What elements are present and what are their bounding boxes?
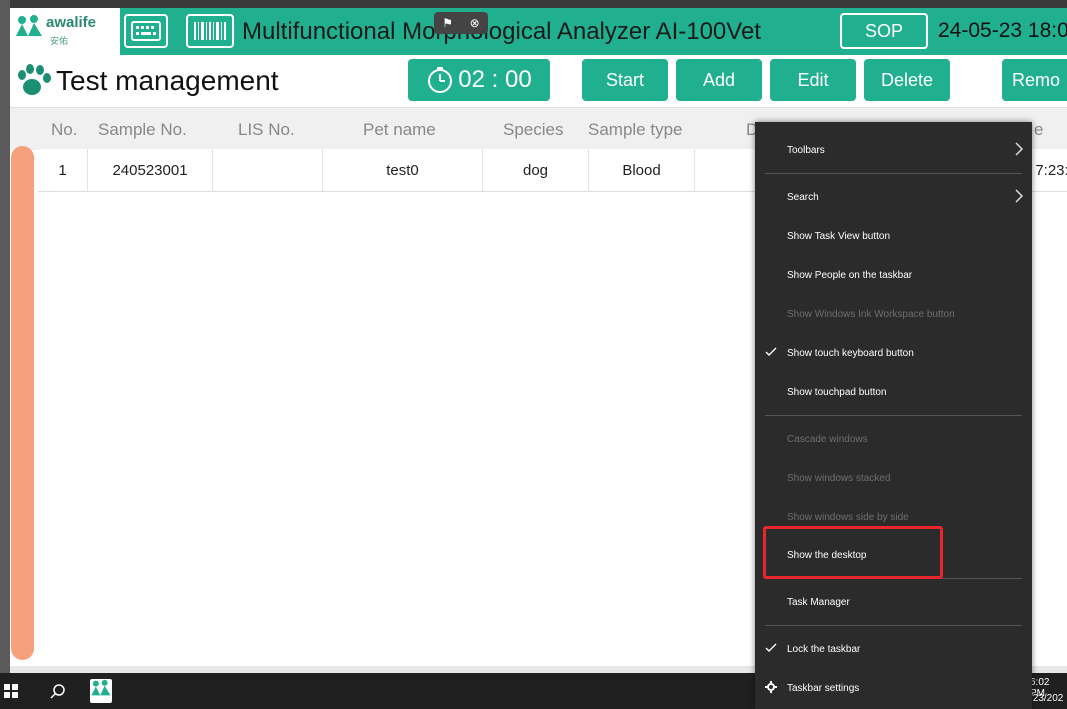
menu-label: Show touch keyboard button [787,347,914,359]
menu-label: Task Manager [787,596,850,608]
gear-icon [765,681,777,693]
menu-item-ink-workspace: Show Windows Ink Workspace button [755,297,1032,331]
delete-button[interactable]: Delete [864,59,950,101]
menu-separator [765,625,1022,626]
menu-item-taskbar-settings[interactable]: Taskbar settings [755,671,1032,705]
add-button[interactable]: Add [676,59,762,101]
col-sample-type: Sample type [588,120,683,139]
page-title: Test management [56,65,279,96]
page-header: Test management 02 : 00 Start Add Edit D… [10,55,1067,107]
col-lis-no: LIS No. [238,120,295,139]
stopwatch-icon [428,67,453,93]
menu-label: Taskbar settings [787,682,860,694]
logo: awalife 安佑 [10,8,120,55]
chevron-right-icon [1015,189,1024,203]
logo-icon [16,15,42,36]
menu-label: Show touchpad button [787,386,887,398]
menu-item-touch-keyboard[interactable]: Show touch keyboard button [755,336,1032,370]
keyboard-icon [131,21,161,41]
menu-label: Lock the taskbar [787,643,861,655]
menu-label: Cascade windows [787,433,868,445]
cell-pet-name: test0 [323,149,483,191]
timer-value: 02 : 00 [458,66,532,93]
top-header-bar: awalife 安佑 Multifunctional Morphological… [10,8,1067,55]
windows-start-icon[interactable] [4,684,18,698]
barcode-button[interactable] [186,14,234,48]
left-crop-bar [0,0,10,709]
menu-item-cascade: Cascade windows [755,422,1032,456]
menu-label: Search [787,191,819,203]
close-icon[interactable]: ⊗ [470,16,480,30]
logo-icon [91,679,111,696]
col-pet-name: Pet name [363,120,436,139]
menu-label: Show Windows Ink Workspace button [787,308,955,320]
datetime-display: 24-05-23 18:0 [938,19,1067,42]
cell-sample-no: 240523001 [88,149,213,191]
menu-item-touchpad[interactable]: Show touchpad button [755,375,1032,409]
menu-item-stacked: Show windows stacked [755,461,1032,495]
menu-separator [765,415,1022,416]
edit-button[interactable]: Edit [770,59,856,101]
side-scroll-handle[interactable] [11,146,34,660]
menu-item-task-manager[interactable]: Task Manager [755,585,1032,619]
menu-item-search[interactable]: Search [755,180,1032,214]
sop-button[interactable]: SOP [840,13,928,49]
menu-separator [765,173,1022,174]
logo-text: awalife [46,14,97,31]
menu-item-people[interactable]: Show People on the taskbar [755,258,1032,292]
paw-icon [18,64,51,95]
col-sample-no: Sample No. [98,120,187,139]
remote-overlay-controls[interactable]: ⚑ ⊗ [434,12,488,34]
menu-item-task-view[interactable]: Show Task View button [755,219,1032,253]
col-time: e [1034,120,1044,139]
app-taskbar-icon[interactable] [90,679,112,703]
cell-species: dog [483,149,589,191]
barcode-icon [194,22,226,40]
countdown-timer: 02 : 00 [408,59,550,101]
menu-label: Show windows stacked [787,472,891,484]
col-no: No. [51,120,78,139]
menu-item-lock-taskbar[interactable]: Lock the taskbar [755,632,1032,666]
cell-no: 1 [38,149,88,191]
menu-label: Show Task View button [787,230,891,242]
col-species: Species [503,120,564,139]
menu-item-toolbars[interactable]: Toolbars [755,133,1032,167]
remove-button[interactable]: Remo [1002,59,1067,101]
menu-label: Show People on the taskbar [787,269,913,281]
logo-subtext: 安佑 [50,36,69,46]
cell-sample-type: Blood [589,149,695,191]
keyboard-button[interactable] [124,14,168,48]
app-title: Multifunctional Morphological Analyzer A… [242,18,761,45]
start-button[interactable]: Start [582,59,668,101]
menu-label: Show windows side by side [787,511,909,523]
cell-time-partial: 7:23: [1035,161,1067,179]
taskbar-date: /23/202 [1030,693,1064,704]
flag-icon[interactable]: ⚑ [442,16,453,30]
annotation-highlight-box [763,526,943,579]
checkmark-icon [765,643,777,652]
search-icon[interactable] [50,683,66,699]
taskbar-context-menu: Toolbars Search Show Task View button Sh… [755,122,1032,709]
menu-label: Toolbars [787,144,825,156]
cell-lis-no [213,149,323,191]
checkmark-icon [765,347,777,356]
chevron-right-icon [1015,142,1024,156]
